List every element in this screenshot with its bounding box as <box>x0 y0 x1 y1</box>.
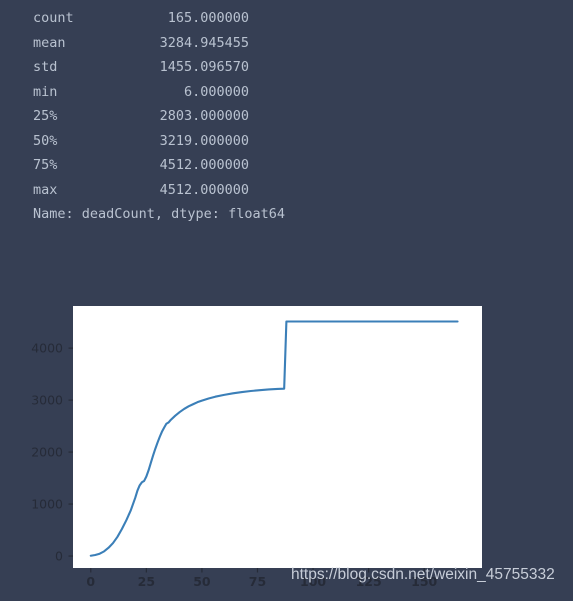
describe-output-block: count 165.000000 mean 3284.945455 std 1455.09… <box>33 6 453 227</box>
describe-stat-value: 1455.096570 <box>159 59 249 75</box>
describe-stat-value: 3284.945455 <box>159 34 249 51</box>
describe-stat-label: 25% <box>33 108 58 124</box>
describe-row: count 165.000000 <box>33 6 453 31</box>
describe-stat-value: 6.000000 <box>183 83 249 100</box>
axes-background <box>73 306 482 568</box>
describe-stat-label: std <box>33 59 58 75</box>
describe-stat-value: 4512.000000 <box>159 181 249 198</box>
describe-stat-label: 50% <box>33 132 58 149</box>
csdn-watermark: https://blog.csdn.net/weixin_45755332 <box>291 566 555 583</box>
x-tick-label: 25 <box>138 574 155 589</box>
y-tick-label: 3000 <box>31 393 63 408</box>
y-tick-label: 1000 <box>31 497 63 512</box>
x-tick-label: 50 <box>193 574 211 589</box>
describe-stat-label: mean <box>33 34 66 51</box>
describe-stat-label: count <box>33 10 74 26</box>
describe-row: 25% 2803.000000 <box>33 104 453 129</box>
matplotlib-figure: 0 1000 2000 3000 4000 0 25 50 75 100 125 150 <box>0 290 573 601</box>
describe-stat-label: max <box>33 181 58 198</box>
y-tick-label: 0 <box>55 549 63 564</box>
describe-stat-label: 75% <box>33 157 58 173</box>
describe-row: min 6.000000 <box>33 80 453 105</box>
describe-row: 50% 3219.000000 <box>33 129 453 154</box>
describe-stat-value: 165.000000 <box>167 10 249 26</box>
describe-dtype-line: Name: deadCount, dtype: float64 <box>33 206 285 222</box>
describe-stat-value: 2803.000000 <box>159 108 249 124</box>
describe-row: std 1455.096570 <box>33 55 453 80</box>
describe-row: mean 3284.945455 <box>33 31 453 56</box>
plot-canvas: 01000200030004000 0 25 50 75 100 125 150 <box>31 306 482 589</box>
y-tick-label: 2000 <box>31 445 63 460</box>
describe-row: max 4512.000000 <box>33 178 453 203</box>
x-tick-label: 75 <box>249 574 266 589</box>
describe-row: 75% 4512.000000 <box>33 153 453 178</box>
describe-stat-label: min <box>33 83 58 100</box>
describe-stat-value: 3219.000000 <box>159 132 249 149</box>
y-tick-label: 4000 <box>31 341 63 356</box>
x-tick-label: 0 <box>86 574 95 589</box>
describe-stat-value: 4512.000000 <box>159 157 249 173</box>
y-axis-ticks: 0 1000 2000 3000 4000 <box>31 341 73 564</box>
